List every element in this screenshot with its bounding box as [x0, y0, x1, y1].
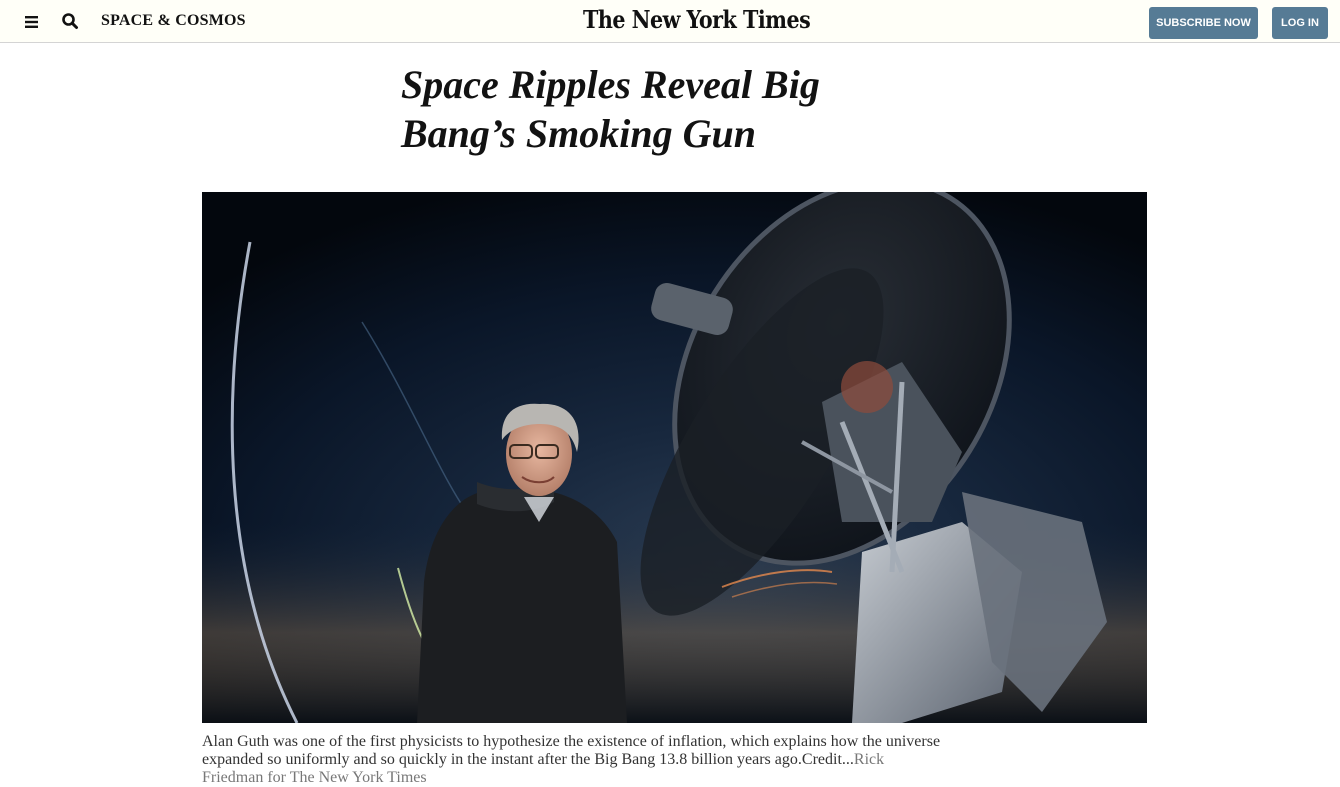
article-photo [202, 192, 1147, 723]
login-button[interactable]: LOG IN [1272, 7, 1328, 39]
article-headline: Space Ripples Reveal Big Bang’s Smoking … [401, 62, 820, 156]
section-link[interactable]: SPACE & COSMOS [101, 12, 246, 30]
subscribe-button[interactable]: SUBSCRIBE NOW [1149, 7, 1258, 39]
masthead: SPACE & COSMOS The New York Times SUBSCR… [0, 0, 1340, 43]
nyt-logo[interactable]: The New York Times [583, 2, 811, 38]
photo-caption: Alan Guth was one of the first physicist… [202, 733, 947, 787]
credit-label: Credit... [801, 751, 854, 768]
search-icon[interactable] [60, 11, 80, 31]
hamburger-menu-icon[interactable] [22, 12, 42, 32]
